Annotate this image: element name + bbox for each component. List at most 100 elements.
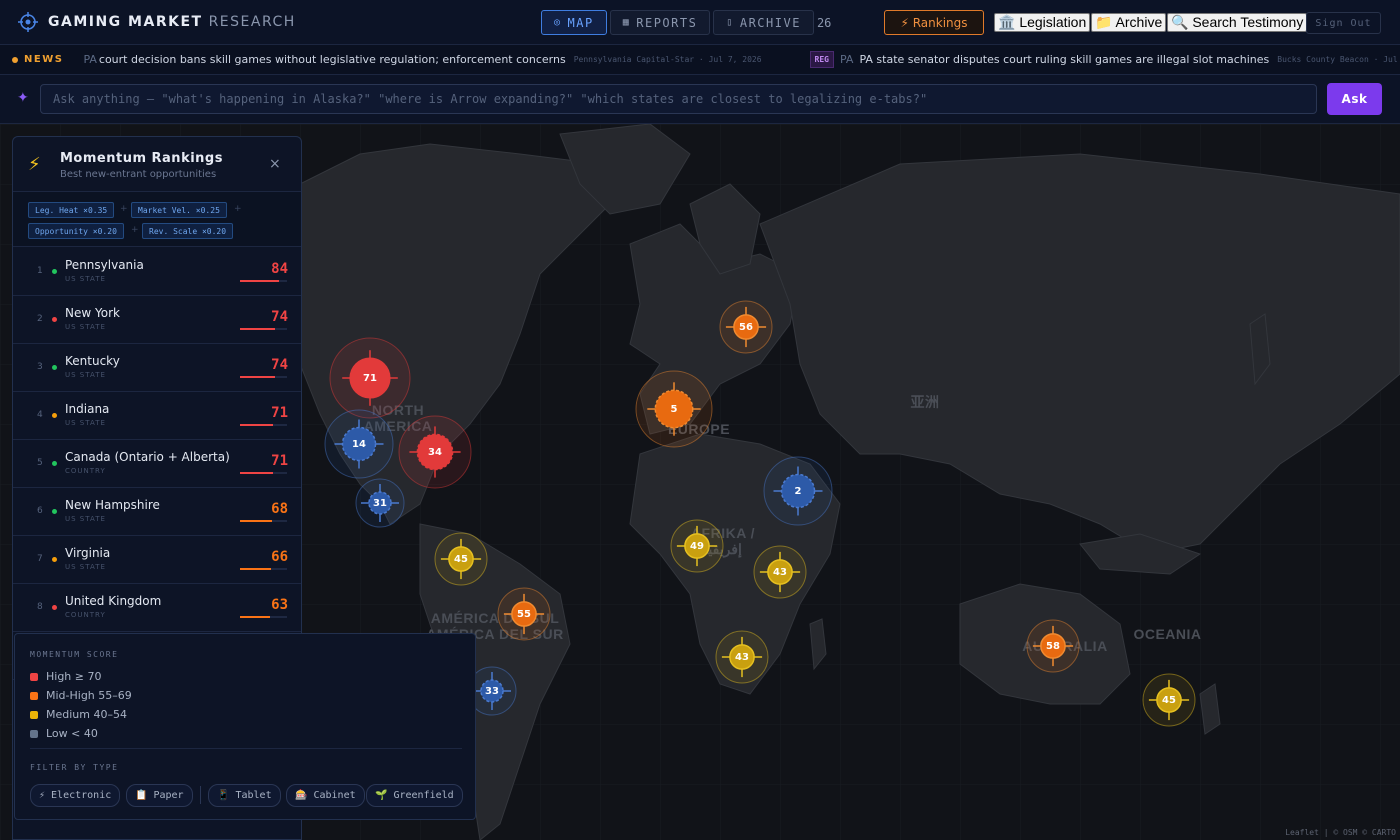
status-dot (52, 365, 57, 370)
brand-primary: GAMING MARKET (48, 14, 203, 30)
target-icon: ◎ (554, 17, 562, 28)
nav-reports[interactable]: ▦ REPORTS (609, 10, 711, 35)
filter-greenfield-button[interactable]: 🌱 Greenfield (366, 784, 463, 807)
momentum-marker[interactable]: 45 (1137, 668, 1201, 732)
plus-icon: + (120, 204, 128, 214)
jurisdiction-type: US STATE (65, 563, 106, 571)
marker-score: 55 (517, 608, 531, 620)
score-bar-fill (240, 328, 275, 330)
jurisdiction-name: Virginia (65, 546, 111, 560)
map-attribution[interactable]: Leaflet | © OSM © CARTO (1285, 828, 1396, 837)
news-source: Pennsylvania Capital-Star · Jul 7, 2026 (573, 55, 762, 64)
news-headline: PA state senator disputes court ruling s… (859, 53, 1270, 66)
score-bar-fill (240, 280, 280, 282)
close-icon[interactable]: × (269, 156, 281, 172)
momentum-marker[interactable]: 49 (665, 514, 729, 578)
status-dot (52, 317, 57, 322)
nav-archive-label: ARCHIVE (739, 15, 801, 30)
filter-tablet-button[interactable]: 📱 Tablet (208, 784, 281, 807)
ranking-row[interactable]: 3 Kentucky US STATE 74 (13, 344, 301, 392)
momentum-marker[interactable]: 43 (710, 625, 774, 689)
ranking-row[interactable]: 7 Virginia US STATE 66 (13, 536, 301, 584)
score-bar-fill (240, 424, 274, 426)
rank-number: 3 (37, 362, 43, 372)
formula-chip: Rev. Scale ×0.20 (142, 223, 234, 239)
legend-label: Low < 40 (46, 727, 98, 740)
momentum-score: 74 (271, 309, 288, 325)
legend-item-high: High ≥ 70 (30, 670, 102, 683)
jurisdiction-type: US STATE (65, 371, 106, 379)
momentum-marker[interactable]: 5 (630, 365, 718, 453)
ranking-row[interactable]: 8 United Kingdom COUNTRY 63 (13, 584, 301, 632)
ask-button[interactable]: Ask (1327, 83, 1382, 115)
lightning-icon: ⚡ (28, 154, 41, 175)
marker-score: 45 (1162, 694, 1176, 706)
ranking-row[interactable]: 4 Indiana US STATE 71 (13, 392, 301, 440)
jurisdiction-type: COUNTRY (65, 611, 106, 619)
jurisdiction-name: Canada (Ontario + Alberta) (65, 450, 230, 464)
score-bar-fill (240, 520, 272, 522)
legend-divider (30, 748, 462, 749)
momentum-score: 71 (271, 453, 288, 469)
formula-chip: Leg. Heat ×0.35 (28, 202, 115, 218)
status-dot (52, 461, 57, 466)
marker-score: 14 (352, 438, 366, 450)
filter-divider (200, 786, 201, 804)
news-state: PA (83, 53, 97, 66)
swatch-icon (30, 691, 38, 700)
archive-button[interactable]: 📁 Archive (1091, 13, 1167, 32)
status-dot (52, 605, 57, 610)
ranking-row[interactable]: 1 Pennsylvania US STATE 84 (13, 248, 301, 296)
news-state: PA (840, 53, 854, 66)
ranking-row[interactable]: 2 New York US STATE 74 (13, 296, 301, 344)
sparkle-icon: ✦ (17, 90, 29, 106)
ranking-row[interactable]: 5 Canada (Ontario + Alberta) COUNTRY 71 (13, 440, 301, 488)
momentum-marker[interactable]: 31 (350, 473, 410, 533)
news-item[interactable]: REG PA PA state senator disputes court r… (809, 51, 1400, 68)
jurisdiction-name: New Hampshire (65, 498, 160, 512)
plus-icon: + (131, 225, 139, 235)
filter-paper-button[interactable]: 📋 Paper (126, 784, 193, 807)
rank-number: 8 (37, 602, 43, 612)
score-bar (240, 568, 287, 570)
legislation-button[interactable]: 🏛️ Legislation (994, 13, 1091, 32)
momentum-marker[interactable]: 2 (758, 451, 838, 531)
rank-number: 4 (37, 410, 43, 420)
ask-input[interactable]: Ask anything — "what's happening in Alas… (40, 84, 1317, 114)
momentum-marker[interactable]: 55 (492, 582, 556, 646)
momentum-marker[interactable]: 58 (1021, 614, 1085, 678)
jurisdiction-type: US STATE (65, 515, 106, 523)
jurisdiction-name: United Kingdom (65, 594, 162, 608)
filter-electronic-button[interactable]: ⚡ Electronic (30, 784, 121, 807)
brand: GAMING MARKET RESEARCH (18, 12, 296, 32)
news-item[interactable]: PA court decision bans skill games witho… (83, 53, 761, 66)
live-dot-icon (12, 56, 18, 63)
filter-cabinet-button[interactable]: 🎰 Cabinet (286, 784, 365, 807)
momentum-marker[interactable]: 43 (748, 540, 812, 604)
legend-label: Medium 40–54 (46, 708, 127, 721)
jurisdiction-type: COUNTRY (65, 467, 106, 475)
momentum-marker[interactable]: 14 (319, 404, 399, 484)
plus-icon: + (234, 204, 242, 214)
formula-chip: Market Vel. ×0.25 (131, 202, 227, 218)
news-ticker: NEWS PA court decision bans skill games … (0, 45, 1400, 75)
ranking-row[interactable]: 6 New Hampshire US STATE 68 (13, 488, 301, 536)
region-label-asia: 亚洲 (910, 394, 940, 410)
nav-map-label: MAP (567, 15, 594, 30)
score-bar (240, 472, 287, 474)
search-testimony-button[interactable]: 🔍 Search Testimony (1167, 13, 1308, 32)
momentum-marker[interactable]: 56 (714, 295, 778, 359)
legend-label: Mid-High 55–69 (46, 689, 132, 702)
nav-archive[interactable]: ▯ ARCHIVE (713, 10, 814, 35)
archive-count: 26 (816, 15, 832, 30)
marker-score: 43 (773, 566, 787, 578)
legend-item-low: Low < 40 (30, 727, 98, 740)
archive-icon: ▯ (726, 17, 734, 28)
nav-map[interactable]: ◎ MAP (541, 10, 607, 35)
momentum-marker[interactable]: 45 (429, 527, 493, 591)
jurisdiction-type: US STATE (65, 419, 106, 427)
sign-out-button[interactable]: Sign Out (1306, 12, 1381, 34)
rankings-button[interactable]: ⚡ Rankings (884, 10, 984, 35)
filter-title: FILTER BY TYPE (30, 763, 119, 772)
marker-score: 31 (373, 497, 387, 509)
